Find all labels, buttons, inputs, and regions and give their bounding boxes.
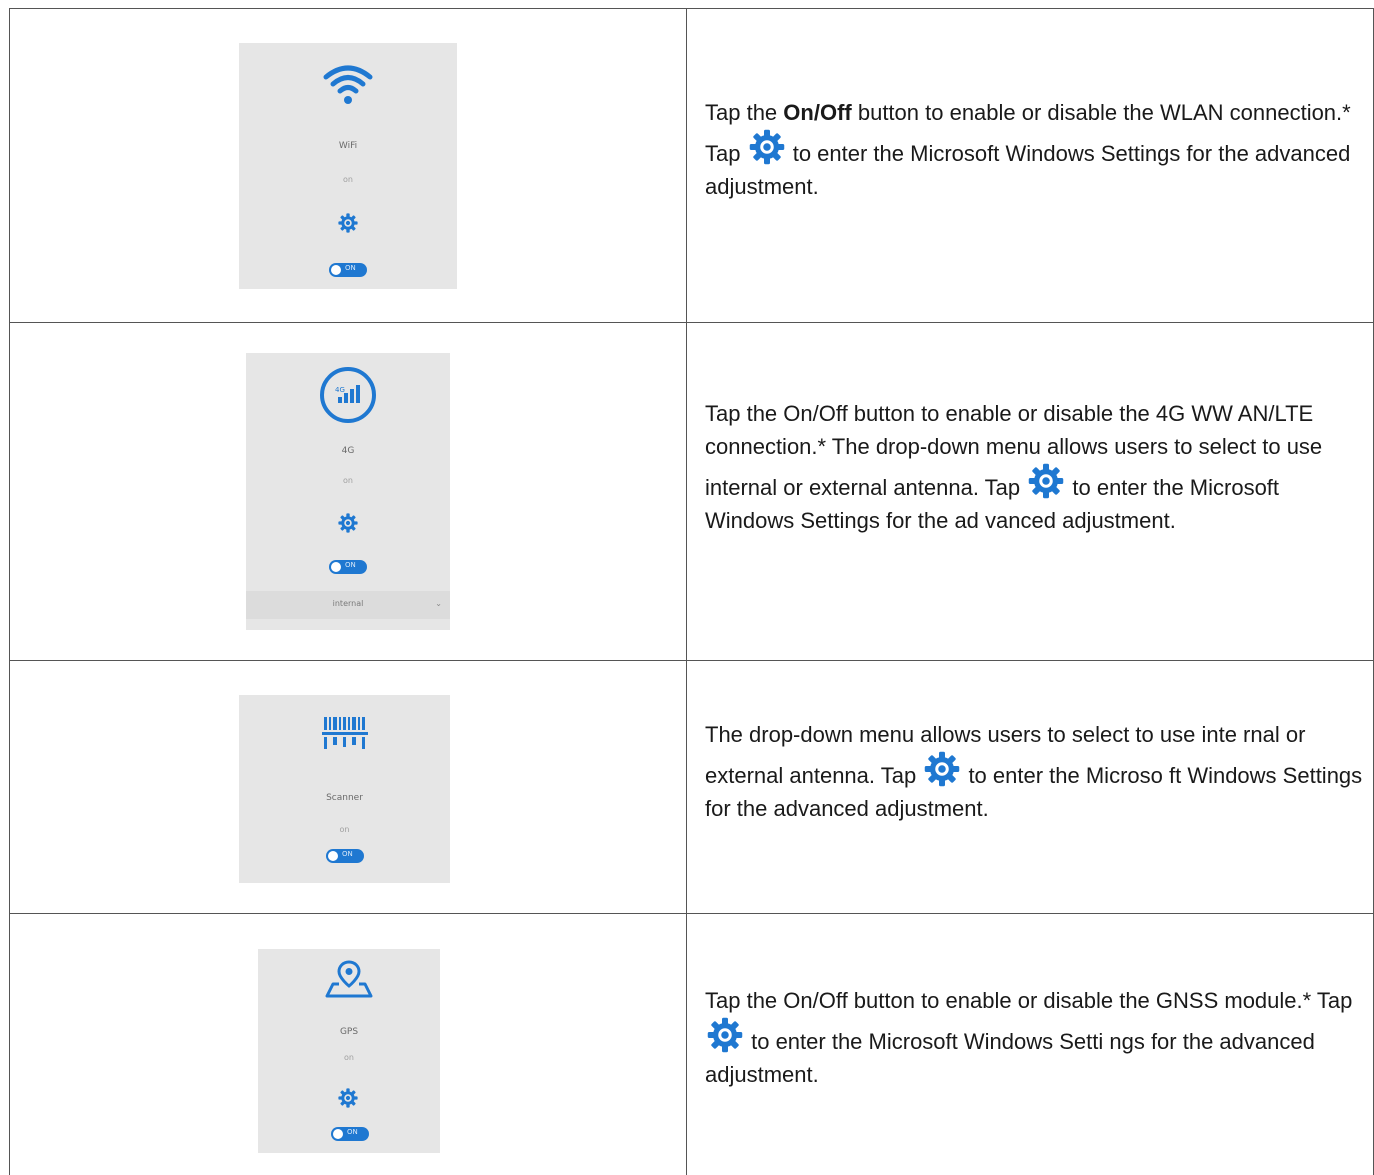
gear-icon — [749, 129, 785, 165]
scanner-tile: Scanner on ON — [239, 695, 450, 883]
barcode-icon — [322, 715, 368, 756]
tile-state: on — [339, 825, 350, 834]
antenna-dropdown[interactable]: internal ⌄ — [246, 591, 450, 619]
tile-state: on — [343, 175, 353, 184]
desc-text: Tap the — [705, 100, 784, 125]
toggle-label: ON — [345, 264, 356, 272]
gear-icon[interactable] — [338, 513, 358, 538]
row-divider — [9, 322, 1374, 323]
toggle-knob — [333, 1129, 343, 1139]
chevron-down-icon: ⌄ — [435, 599, 442, 608]
gear-icon[interactable] — [338, 1088, 358, 1113]
cellular-tile: 4G 4G on ON internal ⌄ — [246, 353, 450, 630]
wifi-icon — [323, 63, 373, 110]
on-off-toggle[interactable]: ON — [326, 849, 364, 863]
tile-name: GPS — [339, 1027, 359, 1037]
toggle-knob — [328, 851, 338, 861]
desc-bold-off: Off — [819, 100, 852, 125]
desc-text: to enter the Microsoft Windows Settings … — [705, 141, 1351, 199]
gear-icon — [707, 1017, 743, 1053]
row-description: Tap the On/Off button to enable or disab… — [705, 984, 1365, 1091]
svg-text:4G: 4G — [335, 386, 345, 394]
wifi-tile: WiFi on ON — [239, 43, 457, 289]
column-divider — [686, 8, 687, 1175]
tile-name: 4G — [341, 446, 355, 456]
location-map-icon — [325, 959, 373, 1004]
gear-icon[interactable] — [338, 213, 358, 238]
row-description: Tap the On/Off button to enable or disab… — [705, 96, 1365, 203]
tile-name: Scanner — [326, 793, 363, 803]
on-off-toggle[interactable]: ON — [329, 263, 367, 277]
toggle-label: ON — [347, 1128, 358, 1136]
row-description: Tap the On/Off button to enable or disab… — [705, 397, 1365, 537]
toggle-knob — [331, 562, 341, 572]
dropdown-value: internal — [332, 599, 364, 608]
tile-state: on — [343, 476, 353, 485]
on-off-toggle[interactable]: ON — [329, 560, 367, 574]
cellular-signal-icon: 4G — [318, 365, 378, 430]
tile-state: on — [344, 1053, 354, 1062]
row-divider — [9, 660, 1374, 661]
toggle-label: ON — [345, 561, 356, 569]
row-description: The drop-down menu allows users to selec… — [705, 718, 1365, 825]
gps-tile: GPS on ON — [258, 949, 440, 1153]
desc-bold-on: On — [783, 100, 814, 125]
tile-name: WiFi — [338, 141, 358, 151]
row-divider — [9, 913, 1374, 914]
gear-icon — [924, 751, 960, 787]
toggle-knob — [331, 265, 341, 275]
desc-text: Tap the On/Off button to enable or disab… — [705, 988, 1353, 1013]
gear-icon — [1028, 463, 1064, 499]
desc-text: to enter the Microsoft Windows Setti ngs… — [705, 1029, 1315, 1087]
toggle-label: ON — [342, 850, 353, 858]
on-off-toggle[interactable]: ON — [331, 1127, 369, 1141]
